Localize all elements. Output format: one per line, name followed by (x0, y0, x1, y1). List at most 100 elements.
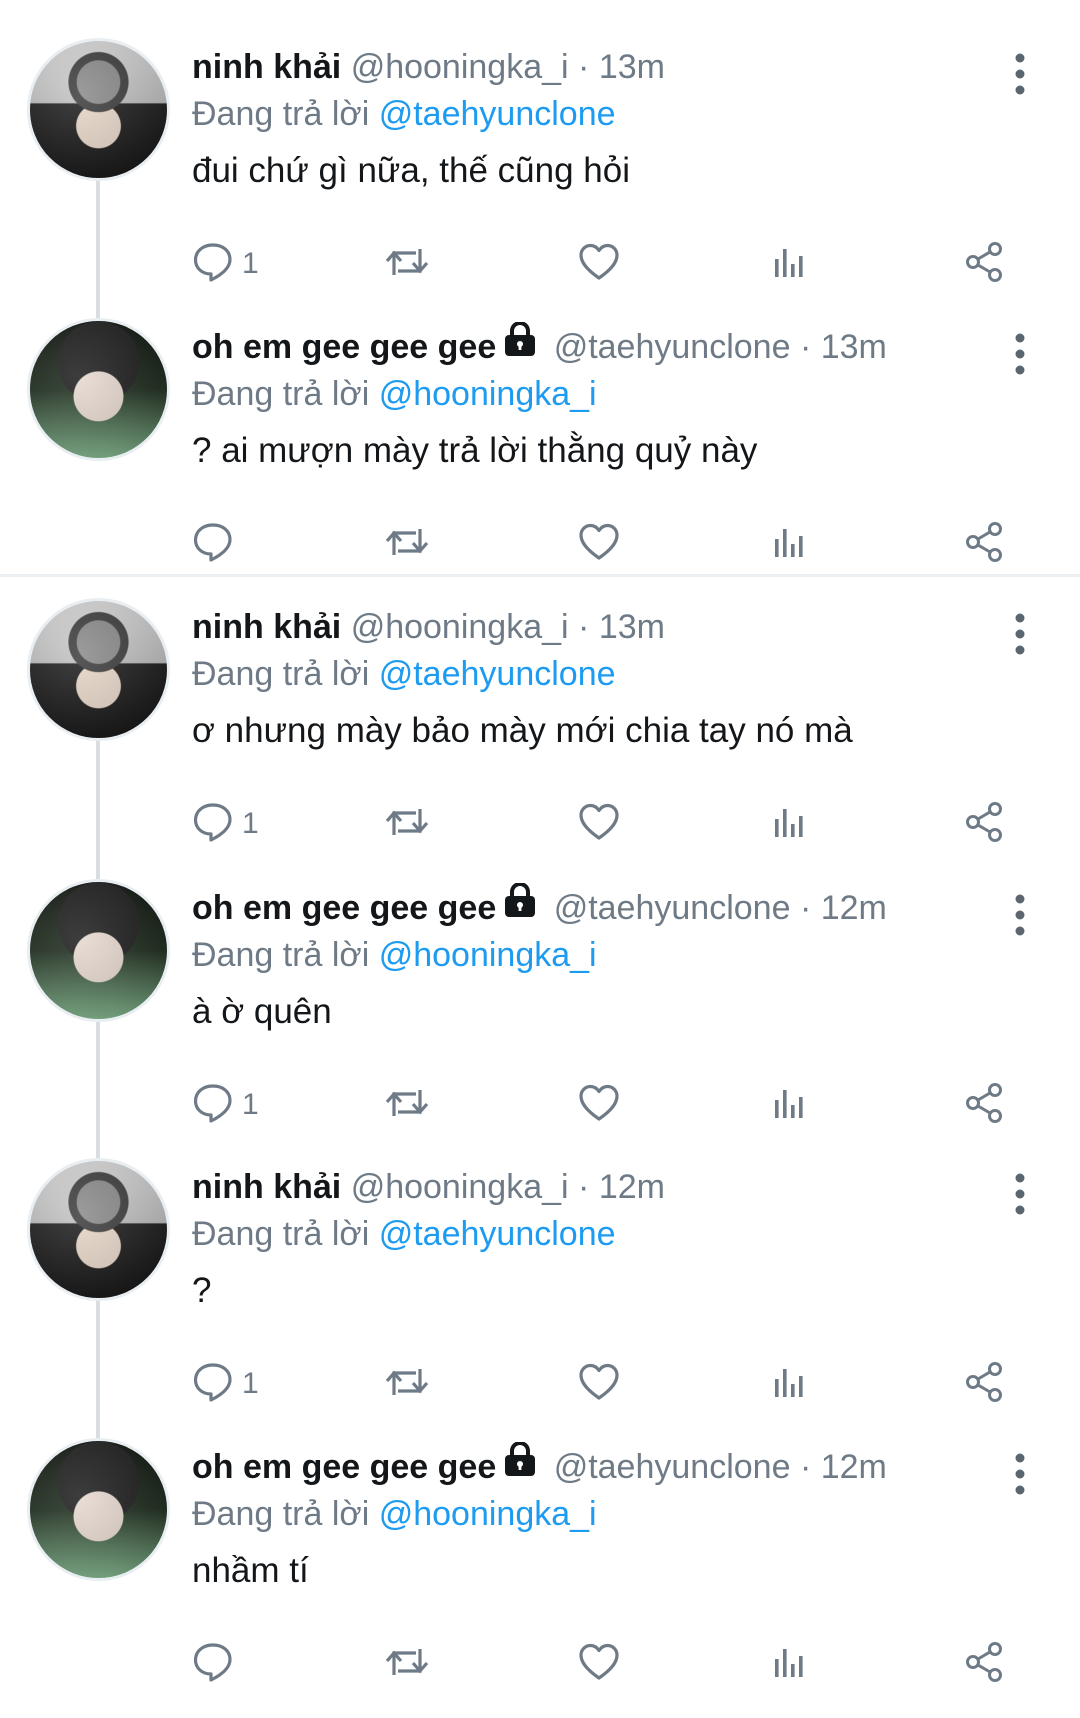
heart-icon (578, 1362, 620, 1407)
user-handle[interactable]: @taehyunclone (554, 328, 791, 366)
like-button[interactable] (578, 1075, 620, 1135)
reply-button[interactable] (192, 514, 242, 574)
share-button[interactable] (964, 1354, 1006, 1414)
stats-button[interactable] (772, 794, 806, 854)
reply-button[interactable] (192, 1634, 242, 1694)
reply-bubble-icon (192, 1361, 234, 1408)
timestamp[interactable]: · 13m (800, 328, 887, 366)
more-vertical-icon[interactable] (1008, 612, 1032, 656)
user-handle[interactable]: @hooningka_i (351, 1168, 569, 1206)
tweet-text: ơ nhưng mày bảo mày mới chia tay nó mà (192, 711, 853, 750)
display-name[interactable]: ninh khải (192, 608, 341, 646)
display-name[interactable]: oh em gee gee gee (192, 1448, 496, 1486)
lock-icon (502, 881, 538, 931)
replying-to: Đang trả lời @taehyunclone (192, 1210, 616, 1258)
share-icon (964, 801, 1006, 848)
stats-button[interactable] (772, 1354, 806, 1414)
retweet-button[interactable] (384, 794, 430, 854)
retweet-button[interactable] (384, 514, 430, 574)
more-vertical-icon[interactable] (1008, 1172, 1032, 1216)
retweet-icon (384, 1082, 430, 1129)
user-handle[interactable]: @hooningka_i (351, 48, 569, 86)
timestamp[interactable]: · 12m (578, 1168, 665, 1206)
display-name[interactable]: ninh khải (192, 48, 341, 86)
stats-bars-icon (772, 805, 806, 844)
replying-to-mention[interactable]: @hooningka_i (379, 375, 597, 413)
avatar-beanie-boy[interactable] (27, 38, 170, 181)
share-button[interactable] (964, 514, 1006, 574)
tweet-text: ? ai mượn mày trả lời thằng quỷ này (192, 431, 758, 470)
more-vertical-icon[interactable] (1008, 1452, 1032, 1496)
tweet-header: oh em gee gee gee @taehyunclone · 13m (192, 321, 992, 372)
share-icon (964, 1361, 1006, 1408)
reply-button[interactable]: 1 (192, 1075, 259, 1135)
tweet[interactable]: oh em gee gee gee @taehyunclone · 13m Đa… (0, 318, 1080, 598)
tweet[interactable]: ninh khải @hooningka_i · 13m Đang trả lờ… (0, 38, 1080, 318)
avatar-beanie-boy[interactable] (27, 1158, 170, 1301)
reply-button[interactable]: 1 (192, 794, 259, 854)
timestamp[interactable]: · 13m (578, 608, 665, 646)
tweet-actions: 1 (192, 1354, 1052, 1414)
more-vertical-icon[interactable] (1008, 893, 1032, 937)
heart-icon (578, 802, 620, 847)
tweet[interactable]: oh em gee gee gee @taehyunclone · 12m Đa… (0, 879, 1080, 1159)
share-button[interactable] (964, 1634, 1006, 1694)
tweet-header: oh em gee gee gee @taehyunclone · 12m (192, 1441, 992, 1492)
replying-to-label: Đang trả lời (192, 1495, 370, 1533)
share-button[interactable] (964, 234, 1006, 294)
tweet[interactable]: ninh khải @hooningka_i · 13m Đang trả lờ… (0, 598, 1080, 878)
replying-to-mention[interactable]: @hooningka_i (379, 936, 597, 974)
tweet-text: nhầm tí (192, 1551, 309, 1590)
like-button[interactable] (578, 234, 620, 294)
like-button[interactable] (578, 794, 620, 854)
display-name[interactable]: oh em gee gee gee (192, 889, 496, 927)
stats-button[interactable] (772, 1075, 806, 1135)
more-vertical-icon[interactable] (1008, 332, 1032, 376)
user-handle[interactable]: @taehyunclone (554, 1448, 791, 1486)
tweet-text: à ờ quên (192, 992, 332, 1031)
replying-to-label: Đang trả lời (192, 95, 370, 133)
stats-bars-icon (772, 525, 806, 564)
display-name[interactable]: ninh khải (192, 1168, 341, 1206)
avatar-beanie-boy[interactable] (27, 598, 170, 741)
stats-bars-icon (772, 1365, 806, 1404)
stats-button[interactable] (772, 234, 806, 294)
reply-button[interactable]: 1 (192, 234, 259, 294)
display-name[interactable]: oh em gee gee gee (192, 328, 496, 366)
retweet-button[interactable] (384, 1354, 430, 1414)
stats-button[interactable] (772, 1634, 806, 1694)
like-button[interactable] (578, 514, 620, 574)
tweet[interactable]: ninh khải @hooningka_i · 12m Đang trả lờ… (0, 1158, 1080, 1438)
replying-to-mention[interactable]: @taehyunclone (379, 655, 616, 693)
like-button[interactable] (578, 1634, 620, 1694)
replying-to-label: Đang trả lời (192, 1215, 370, 1253)
tweet[interactable]: oh em gee gee gee @taehyunclone · 12m Đa… (0, 1438, 1080, 1718)
retweet-button[interactable] (384, 234, 430, 294)
user-handle[interactable]: @hooningka_i (351, 608, 569, 646)
more-vertical-icon[interactable] (1008, 52, 1032, 96)
replying-to: Đang trả lời @taehyunclone (192, 90, 616, 138)
timestamp[interactable]: · 12m (800, 889, 887, 927)
like-button[interactable] (578, 1354, 620, 1414)
avatar-green-light-boy[interactable] (27, 1438, 170, 1581)
replying-to-mention[interactable]: @taehyunclone (379, 1215, 616, 1253)
user-handle[interactable]: @taehyunclone (554, 889, 791, 927)
tweet-header: oh em gee gee gee @taehyunclone · 12m (192, 881, 992, 933)
reply-button[interactable]: 1 (192, 1354, 259, 1414)
share-button[interactable] (964, 1075, 1006, 1135)
replying-to-mention[interactable]: @taehyunclone (379, 95, 616, 133)
retweet-icon (384, 241, 430, 288)
share-button[interactable] (964, 794, 1006, 854)
replying-to-mention[interactable]: @hooningka_i (379, 1495, 597, 1533)
retweet-button[interactable] (384, 1634, 430, 1694)
replying-to-label: Đang trả lời (192, 375, 370, 413)
avatar-green-light-boy[interactable] (27, 879, 170, 1022)
timestamp[interactable]: · 13m (578, 48, 665, 86)
timestamp[interactable]: · 12m (800, 1448, 887, 1486)
tweet-actions (192, 514, 1052, 574)
stats-button[interactable] (772, 514, 806, 574)
avatar-green-light-boy[interactable] (27, 318, 170, 461)
replying-to: Đang trả lời @hooningka_i (192, 931, 597, 979)
replying-to-label: Đang trả lời (192, 655, 370, 693)
retweet-button[interactable] (384, 1075, 430, 1135)
